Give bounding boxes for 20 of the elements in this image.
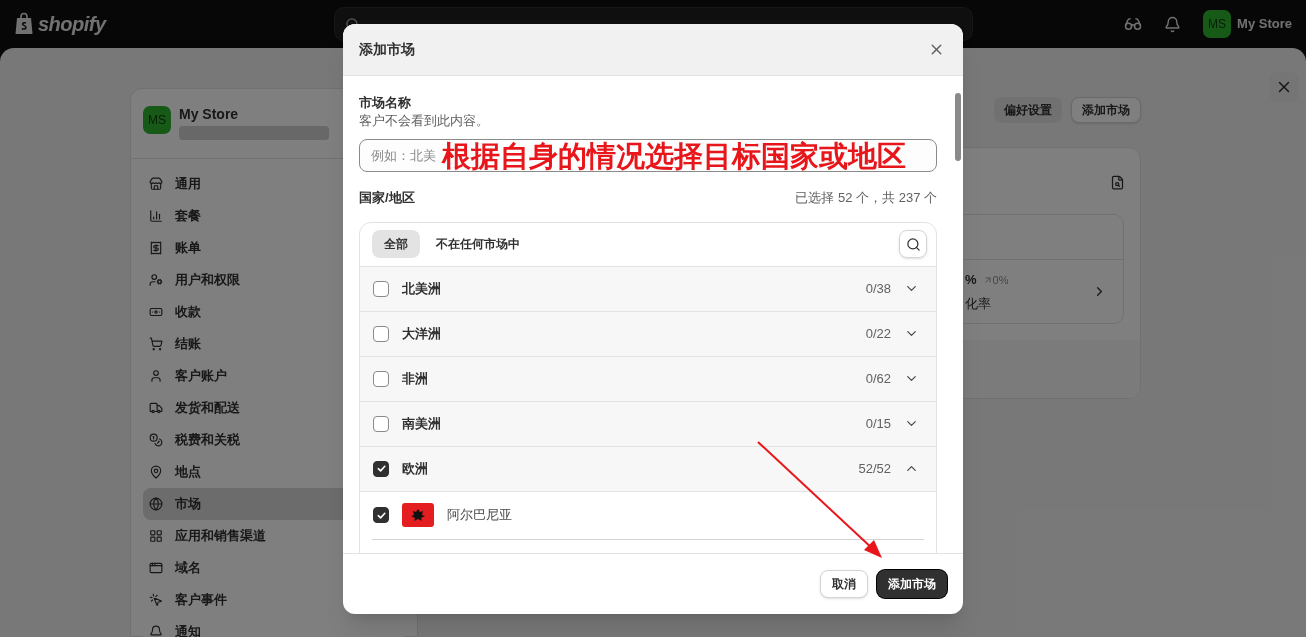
country-name: 阿尔巴尼亚 [447, 506, 512, 525]
region-name: 北美洲 [402, 279, 442, 298]
region-name: 大洋洲 [402, 324, 442, 343]
region-count: 0/15 [865, 414, 891, 433]
modal-title: 添加市场 [359, 40, 415, 59]
selection-summary: 已选择 52 个，共 237 个 [795, 189, 937, 207]
annotation-text: 根据自身的情况选择目标国家或地区 [442, 140, 906, 171]
region-name: 南美洲 [402, 414, 442, 433]
region-count: 0/38 [865, 279, 891, 298]
region-count: 0/62 [865, 369, 891, 388]
store-avatar: MS [143, 106, 171, 134]
field-label: 市场名称 [359, 94, 412, 112]
region-count: 0/22 [865, 324, 891, 343]
metric-value: % [965, 271, 977, 289]
store-name: My Store [179, 106, 240, 122]
region-count: 52/52 [858, 459, 891, 478]
metric-label: 化率 [965, 294, 992, 313]
region-name: 欧洲 [402, 459, 429, 478]
field-hint: 客户不会看到此内容。 [359, 112, 490, 130]
region-name: 非洲 [402, 369, 429, 388]
